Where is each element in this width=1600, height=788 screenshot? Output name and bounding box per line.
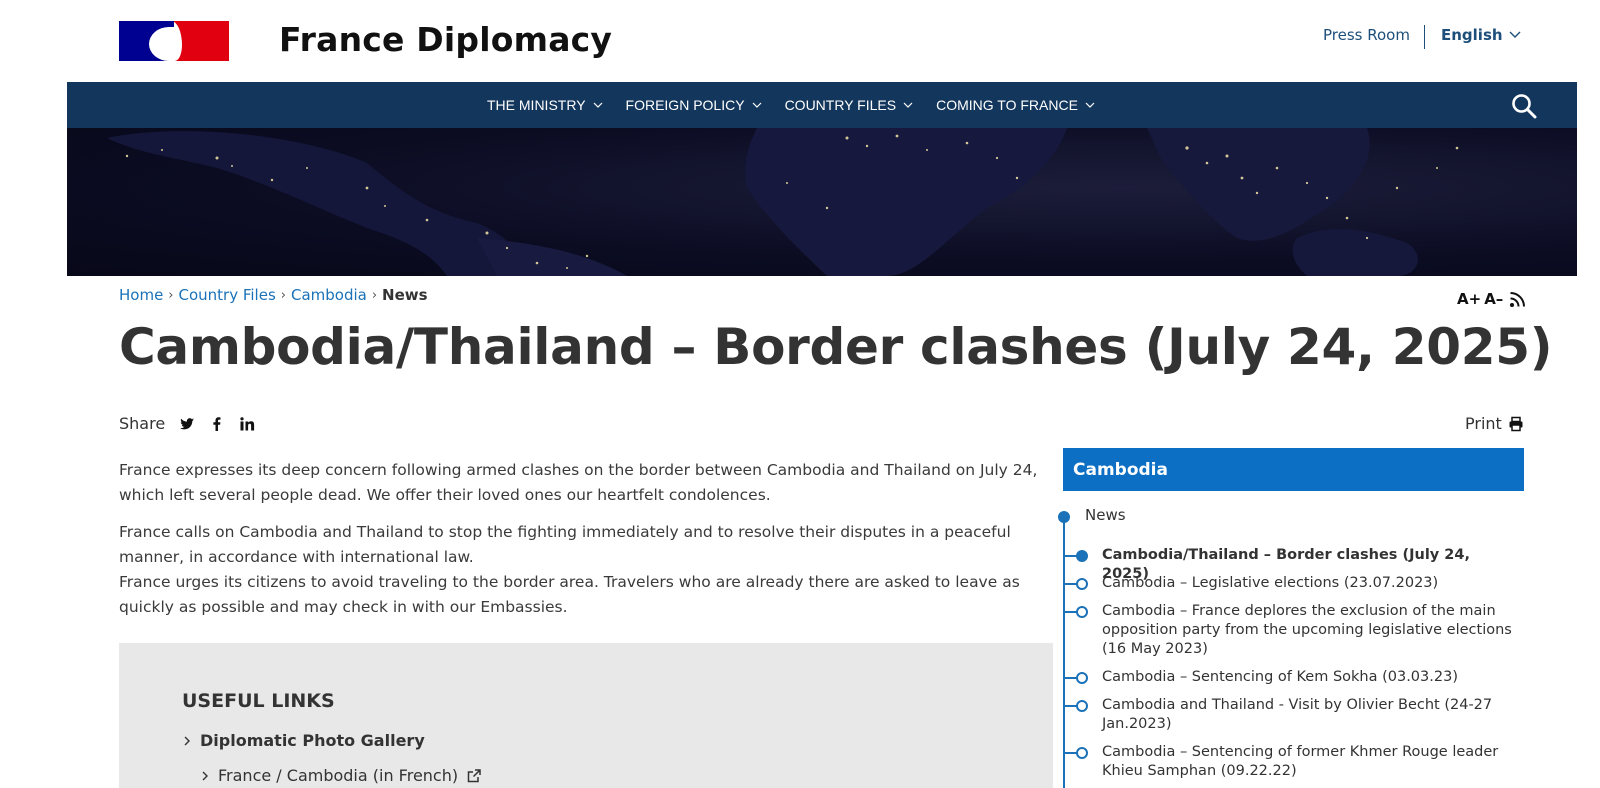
article-paragraph: France expresses its deep concern follow… (119, 461, 1038, 504)
sidebar-heading[interactable]: Cambodia (1063, 448, 1524, 491)
useful-links-title: USEFUL LINKS (182, 690, 335, 712)
chevron-down-icon (903, 102, 913, 108)
breadcrumb-current: News (382, 286, 428, 304)
nav-item-label: THE MINISTRY (487, 97, 586, 113)
timeline-node (1076, 700, 1088, 712)
printer-icon (1509, 416, 1523, 431)
breadcrumb-home[interactable]: Home (119, 286, 163, 304)
print-button[interactable]: Print (1465, 414, 1524, 433)
breadcrumb-separator: › (371, 287, 378, 303)
sidebar-timeline-line (1063, 518, 1065, 788)
nav-item-ministry[interactable]: THE MINISTRY (487, 97, 604, 113)
main-nav: THE MINISTRY FOREIGN POLICY COUNTRY FILE… (67, 82, 1577, 128)
breadcrumb-separator: › (168, 287, 174, 303)
sidebar-section-news[interactable]: News (1085, 506, 1126, 524)
chevron-down-icon[interactable] (1508, 28, 1522, 42)
article-paragraph: France urges its citizens to avoid trave… (119, 573, 1020, 616)
timeline-node (1076, 606, 1088, 618)
site-header: France Diplomacy Press Room English (0, 0, 1600, 82)
twitter-icon[interactable] (179, 416, 195, 432)
sidebar-item-olivier-becht-visit[interactable]: Cambodia and Thailand - Visit by Olivier… (1102, 696, 1512, 734)
text-size-tools: A+ A– (1457, 290, 1526, 308)
photo-gallery-label: Diplomatic Photo Gallery (200, 731, 425, 750)
decrease-text-button[interactable]: A– (1484, 290, 1503, 308)
nav-menu: THE MINISTRY FOREIGN POLICY COUNTRY FILE… (487, 82, 1096, 128)
breadcrumb-cambodia[interactable]: Cambodia (291, 286, 367, 304)
header-divider (1424, 25, 1425, 49)
nav-item-label: FOREIGN POLICY (625, 97, 745, 113)
chevron-down-icon (1085, 102, 1095, 108)
press-room-link[interactable]: Press Room (1323, 26, 1410, 44)
republique-francaise-logo[interactable] (119, 21, 229, 61)
logo-red-panel (174, 21, 229, 61)
nav-item-country-files[interactable]: COUNTRY FILES (785, 97, 915, 113)
sidebar-item-legislative-elections[interactable]: Cambodia – Legislative elections (23.07.… (1102, 574, 1512, 593)
france-cambodia-label: France / Cambodia (in French) (218, 766, 459, 785)
sidebar-item-opposition-exclusion[interactable]: Cambodia – France deplores the exclusion… (1102, 602, 1512, 659)
useful-links-box: USEFUL LINKS Diplomatic Photo Gallery Fr… (119, 643, 1053, 788)
sidebar-item-khieu-samphan[interactable]: Cambodia – Sentencing of former Khmer Ro… (1102, 743, 1512, 781)
article-body: France expresses its deep concern follow… (119, 458, 1054, 632)
sidebar-item-kem-sokha[interactable]: Cambodia – Sentencing of Kem Sokha (03.0… (1102, 668, 1512, 687)
chevron-right-icon (184, 736, 190, 745)
language-selector[interactable]: English (1441, 26, 1503, 44)
rss-icon[interactable] (1509, 291, 1526, 308)
breadcrumb: Home › Country Files › Cambodia › News (119, 286, 428, 304)
chevron-right-icon (202, 771, 208, 780)
timeline-node (1076, 578, 1088, 590)
print-label: Print (1465, 414, 1502, 433)
nav-item-label: COUNTRY FILES (784, 97, 897, 113)
chevron-down-icon (752, 102, 761, 108)
photo-gallery-link[interactable]: Diplomatic Photo Gallery (182, 731, 425, 750)
france-cambodia-link[interactable]: France / Cambodia (in French) (200, 766, 482, 785)
nav-item-label: COMING TO FRANCE (936, 97, 1078, 113)
breadcrumb-country-files[interactable]: Country Files (179, 286, 276, 304)
timeline-node-active (1076, 550, 1088, 562)
share-label: Share (119, 414, 166, 433)
external-link-icon (467, 768, 481, 782)
timeline-node (1076, 672, 1088, 684)
linkedin-icon[interactable] (239, 416, 255, 432)
sidebar-section-dot (1058, 511, 1070, 523)
logo-blue-panel (119, 21, 174, 61)
increase-text-button[interactable]: A+ (1457, 290, 1481, 308)
page-title: Cambodia/Thailand – Border clashes (July… (119, 318, 1553, 376)
article-paragraph: France calls on Cambodia and Thailand to… (119, 523, 1011, 566)
search-icon[interactable] (1510, 92, 1538, 120)
nav-item-coming-to-france[interactable]: COMING TO FRANCE (936, 97, 1096, 113)
world-night-banner (67, 128, 1577, 276)
world-map-illustration (107, 128, 1459, 276)
chevron-down-icon (593, 102, 602, 108)
breadcrumb-separator: › (280, 287, 286, 303)
site-title[interactable]: France Diplomacy (279, 20, 612, 59)
share-bar: Share (119, 414, 255, 433)
timeline-node (1076, 747, 1088, 759)
nav-item-foreign-policy[interactable]: FOREIGN POLICY (626, 97, 763, 113)
facebook-icon[interactable] (209, 416, 225, 432)
